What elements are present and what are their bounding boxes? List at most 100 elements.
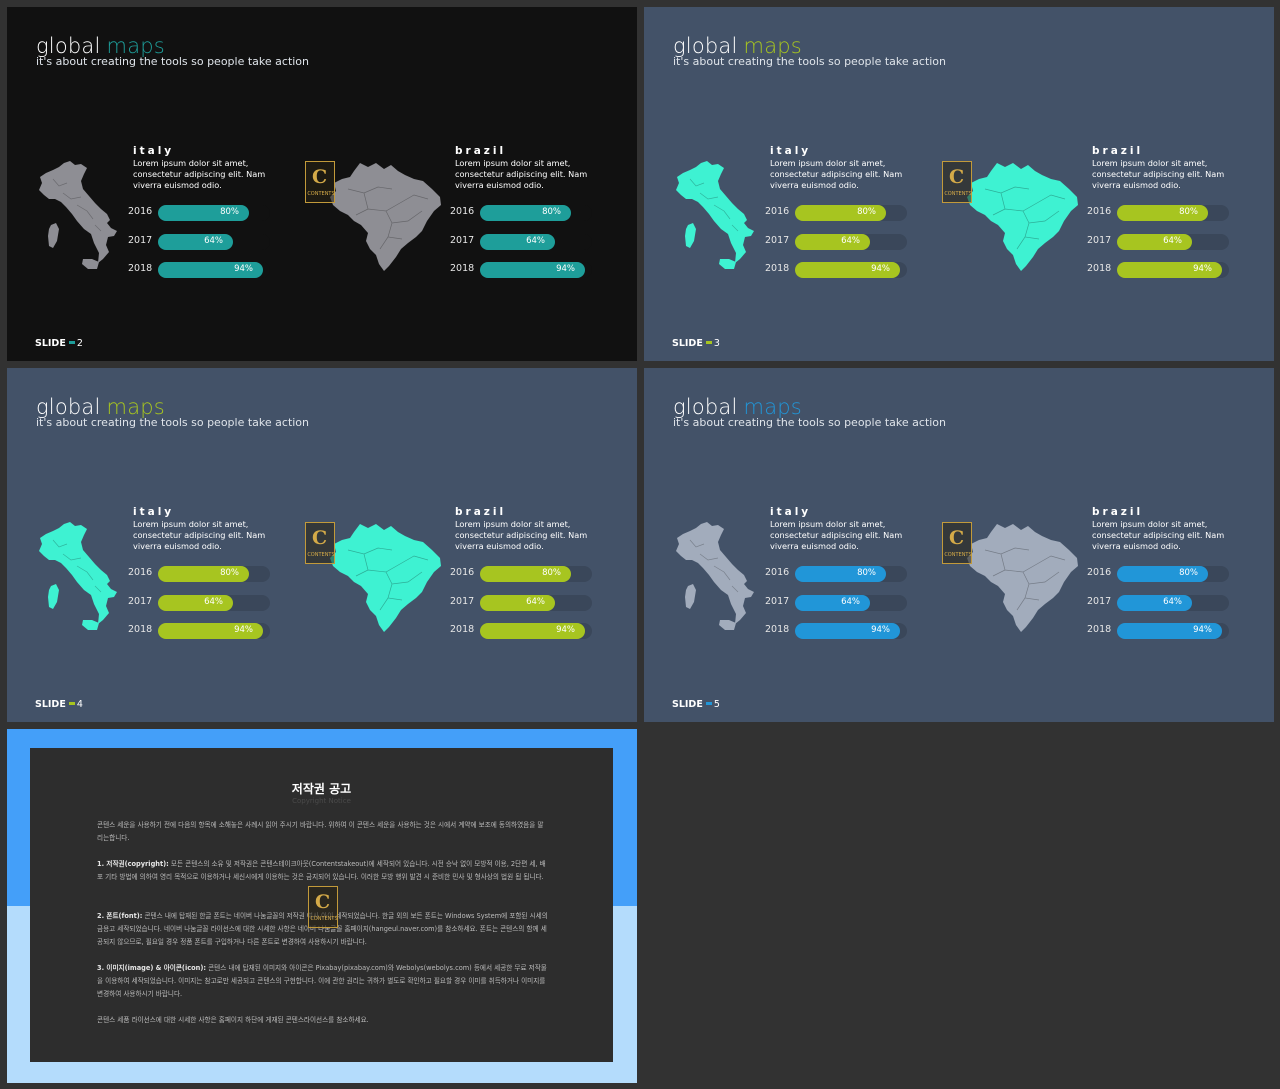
- country-description: Lorem ipsum dolor sit amet, consectetur …: [133, 158, 266, 190]
- stat-year: 2018: [765, 263, 790, 274]
- slide-label: SLIDE: [35, 699, 66, 710]
- slide-number: SLIDE 3: [672, 338, 720, 349]
- progress-label: 64%: [1163, 235, 1182, 246]
- progress-label: 80%: [542, 568, 561, 578]
- progress-label: 94%: [234, 625, 253, 635]
- progress-track: 94%: [480, 262, 592, 278]
- italy-map: [39, 161, 117, 269]
- copyright-section-2-heading: 2. 폰트(font):: [97, 912, 143, 920]
- slide-3: global maps it's about creating the tools …: [644, 7, 1274, 361]
- stat-year: 2017: [450, 595, 475, 607]
- copyright-section-1: 1. 저작권(copyright): 모든 콘텐스의 소유 및 저작권은 콘텐스…: [97, 858, 549, 884]
- country-name-italy: italy: [770, 506, 812, 518]
- progress-label: 64%: [204, 235, 223, 246]
- copyright-section-1-heading: 1. 저작권(copyright):: [97, 860, 169, 868]
- stat-year: 2018: [1087, 624, 1112, 635]
- logo-text: CONTENTS: [307, 191, 335, 197]
- progress-track: 94%: [1117, 262, 1229, 278]
- contents-logo: C CONTENTS: [942, 161, 972, 203]
- progress-track: 80%: [480, 205, 592, 221]
- stat-year: 2017: [128, 595, 153, 607]
- slide-dash: [705, 702, 712, 705]
- progress-track: 94%: [795, 623, 907, 639]
- country-name-brazil: brazil: [1092, 506, 1144, 518]
- progress-track: 64%: [795, 233, 907, 250]
- copyright-outro: 콘텐스 세품 라이선스에 대한 시세한 사항은 홈페이지 하단에 게재된 콘텐스…: [97, 1016, 369, 1024]
- stat-year: 2018: [450, 624, 475, 635]
- country-description: Lorem ipsum dolor sit amet, consectetur …: [455, 158, 588, 190]
- slide-subtitle: it's about creating the tools so people …: [36, 416, 310, 429]
- slide-subtitle: it's about creating the tools so people …: [673, 55, 947, 68]
- logo-text: CONTENTS: [307, 552, 335, 558]
- stat-year: 2016: [450, 567, 475, 578]
- brazil-map: [967, 163, 1078, 271]
- slide-dash: [68, 702, 75, 705]
- slide-number-value: 3: [713, 338, 720, 349]
- progress-track: 80%: [1117, 205, 1229, 221]
- stat-year: 2016: [450, 206, 475, 217]
- progress-fill: 80%: [1117, 566, 1208, 582]
- progress-fill: 94%: [1117, 262, 1222, 278]
- progress-label: 64%: [526, 596, 545, 607]
- italy-map: [676, 522, 754, 630]
- italy-map: [676, 161, 754, 269]
- progress-fill: 94%: [480, 623, 585, 639]
- slide-subtitle: it's about creating the tools so people …: [673, 416, 947, 429]
- progress-track: 64%: [480, 233, 592, 250]
- progress-fill: 64%: [158, 594, 233, 611]
- progress-fill: 64%: [158, 233, 233, 250]
- progress-label: 94%: [234, 264, 253, 274]
- progress-track: 94%: [158, 623, 270, 639]
- brazil-map: [330, 524, 441, 632]
- slide-number: SLIDE 2: [35, 338, 83, 349]
- country-description: Lorem ipsum dolor sit amet, consectetur …: [770, 519, 903, 551]
- progress-label: 94%: [556, 625, 575, 635]
- progress-track: 80%: [158, 566, 270, 582]
- slide-label: SLIDE: [672, 699, 703, 710]
- progress-label: 94%: [871, 625, 890, 635]
- progress-fill: 64%: [1117, 594, 1192, 611]
- progress-fill: 94%: [795, 623, 900, 639]
- progress-fill: 80%: [158, 205, 249, 221]
- progress-label: 94%: [556, 264, 575, 274]
- progress-track: 94%: [158, 262, 270, 278]
- progress-track: 80%: [795, 205, 907, 221]
- country-description: Lorem ipsum dolor sit amet, consectetur …: [455, 519, 588, 551]
- progress-fill: 94%: [1117, 623, 1222, 639]
- progress-track: 64%: [158, 594, 270, 611]
- logo-letter: C: [312, 527, 328, 549]
- contents-logo: C CONTENTS: [308, 886, 338, 928]
- progress-label: 94%: [871, 264, 890, 274]
- copyright-panel: 저작권 공고 Copyright Notice 콘텐스 세운을 사용하기 전에 …: [30, 748, 613, 1062]
- slide-2: global maps it's about creating the tools …: [7, 7, 637, 361]
- logo-text: CONTENTS: [944, 191, 972, 197]
- stat-year: 2017: [765, 234, 790, 246]
- progress-track: 64%: [1117, 233, 1229, 250]
- slide-label: SLIDE: [672, 338, 703, 349]
- progress-fill: 80%: [480, 566, 571, 582]
- progress-label: 80%: [220, 207, 239, 217]
- progress-fill: 94%: [158, 262, 263, 278]
- contents-logo: C CONTENTS: [305, 161, 335, 203]
- progress-track: 64%: [480, 594, 592, 611]
- stat-year: 2016: [128, 567, 153, 578]
- slide-number-value: 5: [713, 699, 720, 710]
- stat-year: 2017: [1087, 234, 1112, 246]
- progress-fill: 94%: [158, 623, 263, 639]
- stat-year: 2016: [765, 206, 790, 217]
- progress-track: 64%: [158, 233, 270, 250]
- progress-track: 64%: [1117, 594, 1229, 611]
- italy-map: [39, 522, 117, 630]
- country-description: Lorem ipsum dolor sit amet, consectetur …: [770, 158, 903, 190]
- progress-label: 64%: [204, 596, 223, 607]
- stat-year: 2017: [765, 595, 790, 607]
- copyright-intro: 콘텐스 세운을 사용하기 전에 다음의 항목에 소해놓은 사례시 읽어 주시기 …: [97, 821, 544, 842]
- stat-year: 2017: [450, 234, 475, 246]
- logo-text: CONTENTS: [944, 552, 972, 558]
- copyright-section-3: 3. 이미지(image) & 아이콘(icon): 콘텐스 내에 탑재된 이미…: [97, 962, 549, 1001]
- progress-fill: 80%: [158, 566, 249, 582]
- stat-year: 2016: [1087, 206, 1112, 217]
- logo-letter: C: [949, 527, 965, 549]
- country-name-brazil: brazil: [1092, 145, 1144, 157]
- progress-fill: 94%: [795, 262, 900, 278]
